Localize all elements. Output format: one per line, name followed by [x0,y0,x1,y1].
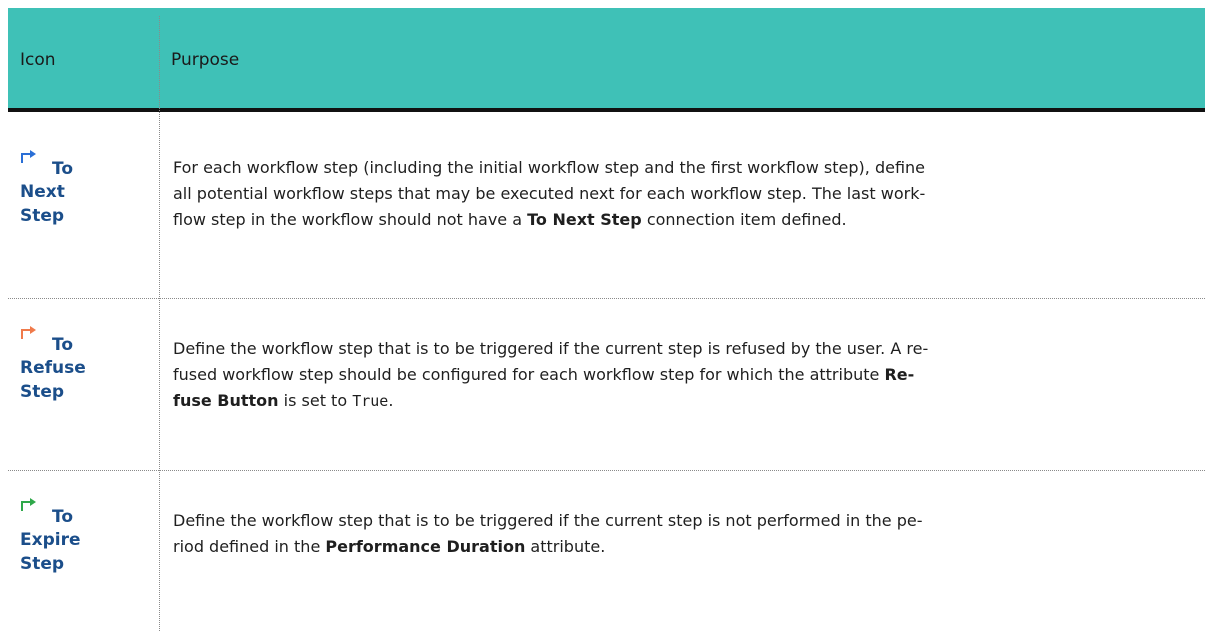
term-refuse-button-cont: fuse Button [173,391,279,410]
row-label-first: To [52,335,74,355]
row-label-rest: Refuse Step [20,358,86,402]
arrow-corner-right-green-icon [21,498,36,511]
term-performance-duration: Performance Duration [325,537,526,556]
row-label-first: To [52,507,74,527]
table-row: To Next Step For each workflow step (inc… [8,112,1205,299]
header-purpose-column: Purpose [171,50,240,70]
row-label-rest: Next Step [20,182,65,226]
row-label-first: To [52,159,74,179]
header-icon-column: Icon [20,50,56,70]
purpose-text: Define the workflow step that is to be t… [173,511,923,556]
table-row: To Expire Step Define the workflow step … [8,471,1205,631]
code-true: True [352,392,389,410]
table-row: To Refuse Step Define the workflow step … [8,299,1205,471]
connection-items-table: Icon Purpose To Next Step For each workf… [8,8,1205,631]
arrow-corner-right-orange-icon [21,326,36,339]
arrow-corner-right-blue-icon [21,150,36,163]
term-to-next-step: To Next Step [527,210,642,229]
purpose-text: For each workflow step (including the in… [173,158,926,229]
term-refuse-button: Re- [884,365,915,384]
column-divider [159,16,160,631]
row-label-rest: Expire Step [20,530,81,574]
purpose-text: Define the workflow step that is to be t… [173,339,929,410]
table-header: Icon Purpose [8,8,1205,112]
